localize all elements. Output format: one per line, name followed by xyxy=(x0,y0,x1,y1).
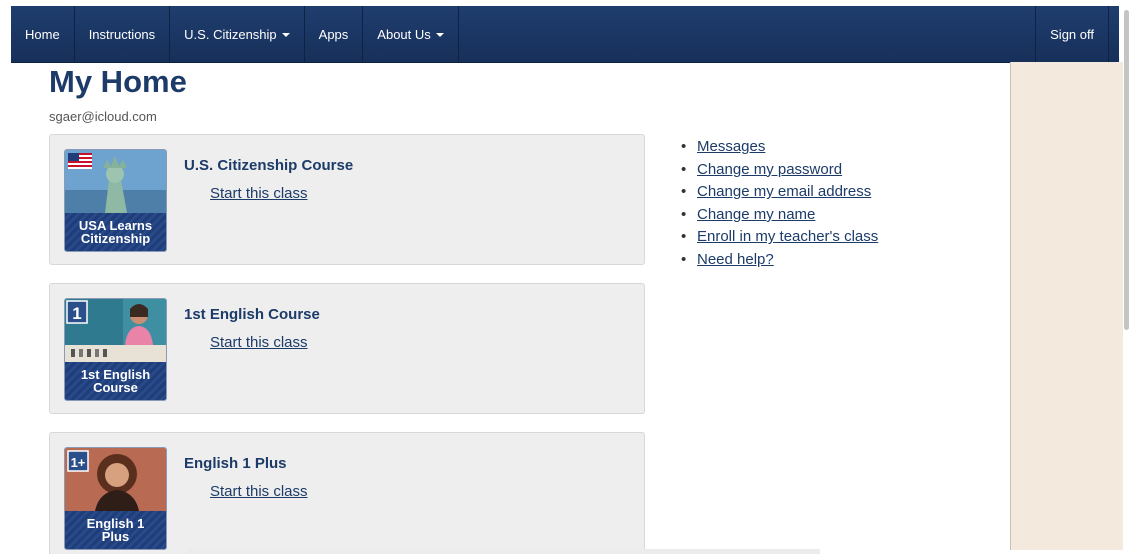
caret-down-icon xyxy=(435,32,444,37)
course-title: 1st English Course xyxy=(184,306,320,323)
start-class-link[interactable]: Start this class xyxy=(210,185,308,202)
course-card-english-1-plus: 1+ English 1 Plus English 1 Plus Start t… xyxy=(49,432,645,554)
list-item: Change my name xyxy=(681,204,878,227)
change-name-link[interactable]: Change my name xyxy=(697,206,815,223)
thumbnail-label-line2: Citizenship xyxy=(80,231,151,246)
user-email: sgaer@icloud.com xyxy=(49,109,157,124)
start-class-link[interactable]: Start this class xyxy=(210,483,308,500)
nav-about-us-label: About Us xyxy=(377,26,431,42)
nav-us-citizenship-label: U.S. Citizenship xyxy=(184,26,277,42)
caret-down-icon xyxy=(281,32,290,37)
top-navbar: Home Instructions U.S. Citizenship Apps … xyxy=(11,6,1119,63)
list-item: Need help? xyxy=(681,249,878,272)
course-thumbnail-1st-english[interactable]: 1 1st English Course xyxy=(64,298,167,401)
teacher-classroom-image: 1 xyxy=(65,299,166,362)
start-class-link[interactable]: Start this class xyxy=(210,334,308,351)
right-side-panel xyxy=(1010,62,1123,550)
list-item: Change my email address xyxy=(681,181,878,204)
nav-about-us-dropdown[interactable]: About Us xyxy=(363,6,459,62)
thumbnail-badge: 1+ xyxy=(71,455,86,470)
course-title: English 1 Plus xyxy=(184,455,287,472)
messages-link[interactable]: Messages xyxy=(697,138,765,155)
page-title: My Home xyxy=(49,64,187,99)
change-email-link[interactable]: Change my email address xyxy=(697,183,871,200)
nav-right: Sign off xyxy=(1035,6,1109,62)
nav-home-label: Home xyxy=(25,26,60,42)
need-help-link[interactable]: Need help? xyxy=(697,251,774,268)
thumbnail-badge: 1 xyxy=(72,304,81,323)
sign-off-button[interactable]: Sign off xyxy=(1035,6,1109,62)
nav-apps[interactable]: Apps xyxy=(305,6,364,62)
thumbnail-label: 1st English Course xyxy=(65,362,166,400)
list-item: Change my password xyxy=(681,159,878,182)
nav-instructions[interactable]: Instructions xyxy=(75,6,171,62)
horizontal-scrollbar[interactable] xyxy=(188,549,820,554)
course-card-1st-english: 1 1st English Course 1st English Course … xyxy=(49,283,645,414)
thumbnail-label: USA Learns Citizenship xyxy=(65,213,166,251)
account-links-list: Messages Change my password Change my em… xyxy=(681,136,878,272)
list-item: Enroll in my teacher's class xyxy=(681,226,878,249)
thumbnail-label: English 1 Plus xyxy=(65,511,166,549)
nav-home[interactable]: Home xyxy=(11,6,75,62)
course-thumbnail-english-1-plus[interactable]: 1+ English 1 Plus xyxy=(64,447,167,550)
nav-apps-label: Apps xyxy=(318,26,349,42)
list-item: Messages xyxy=(681,136,878,159)
nav-instructions-label: Instructions xyxy=(88,26,156,42)
statue-of-liberty-image xyxy=(65,150,166,213)
teacher-portrait-image: 1+ xyxy=(65,448,166,511)
course-title: U.S. Citizenship Course xyxy=(184,157,354,174)
nav-menu: Home Instructions U.S. Citizenship Apps … xyxy=(11,6,459,62)
thumbnail-label-line2: Plus xyxy=(101,529,130,544)
change-password-link[interactable]: Change my password xyxy=(697,161,842,178)
course-thumbnail-citizenship[interactable]: USA Learns Citizenship xyxy=(64,149,167,252)
thumbnail-label-line2: Course xyxy=(93,380,138,395)
course-card-citizenship: USA Learns Citizenship U.S. Citizenship … xyxy=(49,134,645,265)
enroll-teacher-class-link[interactable]: Enroll in my teacher's class xyxy=(697,228,878,245)
scrollbar[interactable] xyxy=(1124,10,1129,330)
sign-off-label: Sign off xyxy=(1050,26,1094,42)
nav-us-citizenship-dropdown[interactable]: U.S. Citizenship xyxy=(170,6,305,62)
